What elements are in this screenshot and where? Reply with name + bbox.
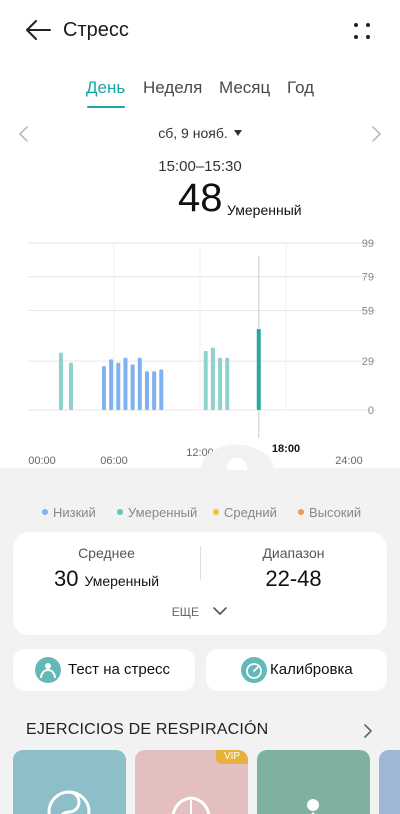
chevron-right-icon[interactable] [363,724,373,738]
legend-item-moderate: Умеренный [117,505,197,520]
stress-bar [144,371,149,410]
meditation-icon [307,799,319,814]
stress-bar [218,357,223,410]
selected-time-range: 15:00–15:30 [158,158,242,175]
dropdown-caret-icon [233,130,242,136]
gauge-icon [241,657,267,683]
stress-bar [210,347,215,410]
x-tick-label: 06:00 [100,455,128,467]
calibration-button[interactable]: Калибровка [206,649,387,691]
tab-month[interactable]: Месяц [219,78,270,98]
legend-item-low: Низкий [42,505,96,520]
chart-legend: Низкий Умеренный Средний Высокий [0,505,400,525]
tab-day[interactable]: День [86,78,125,98]
calibration-label: Калибровка [270,661,353,678]
exercise-card-4[interactable] [379,750,400,814]
stress-bar [256,329,261,410]
date-label: сб, 9 нояб. [158,125,228,141]
range-value-row: 22-48 [200,566,387,592]
stress-chart[interactable]: 99795929000:00 06:0012:00 18:0024:00 [0,230,400,470]
more-options-icon[interactable] [350,19,374,43]
x-tick-label: 24:00 [335,455,363,467]
selected-stress-value: 48 [178,176,223,220]
exercises-section-title: EJERCICIOS DE RESPIRACIÓN [26,721,269,738]
tab-year[interactable]: Год [287,78,314,98]
legend-dot [213,509,219,515]
legend-label: Высокий [309,505,362,520]
app-bar: Стресс [0,0,400,60]
date-selector[interactable]: сб, 9 нояб. [0,125,400,141]
legend-label: Средний [224,505,277,520]
legend-dot [117,509,123,515]
back-arrow-icon[interactable] [24,18,52,42]
stress-bar [109,359,114,410]
yin-yang-icon [47,790,91,814]
range-label: Диапазон [262,545,325,561]
stress-bar [203,350,208,410]
stress-bar [69,362,73,410]
stress-test-label: Тест на стресс [68,661,171,678]
exercise-card-2[interactable]: VIP [135,750,248,814]
legend-dot [42,509,48,515]
page-title: Стресс [63,19,129,41]
tab-week[interactable]: Неделя [143,78,202,98]
stress-bar [225,357,230,410]
selected-stress-level: Умеренный [227,202,302,218]
x-tick-label: 00:00 [28,455,56,467]
stress-bar [159,369,164,410]
average-value: 30 [53,566,79,591]
range-value: 22-48 [265,566,322,591]
average-level: Умеренный [84,573,160,589]
legend-item-medium: Средний [213,505,277,520]
y-tick-label: 29 [362,356,374,368]
stress-bar [137,357,142,410]
y-tick-label: 99 [362,238,374,250]
stress-test-icon [35,657,61,683]
stress-bar [152,371,157,410]
period-tabs: День Неделя Месяц Год [0,78,400,108]
stress-test-button[interactable]: Тест на стресс [13,649,195,691]
more-label: ЕЩЕ [171,605,199,619]
y-tick-label: 59 [362,305,374,317]
y-tick-label: 0 [368,405,374,417]
stress-bar [58,352,63,410]
legend-dot [298,509,304,515]
chevron-down-icon [213,607,228,615]
legend-label: Умеренный [128,505,198,520]
legend-item-high: Высокий [298,505,361,520]
x-tick-label: 18:00 [272,443,300,455]
y-tick-label: 79 [362,272,374,284]
more-button[interactable]: ЕЩЕ [13,605,387,619]
summary-card: Среднее 30 Умеренный Диапазон 22-48 ЕЩЕ [13,532,387,635]
stress-bar [101,366,106,410]
stress-bar [116,362,121,410]
legend-label: Низкий [53,505,96,520]
exercise-card-1[interactable] [13,750,126,814]
active-tab-indicator [87,106,125,108]
vip-badge: VIP [216,750,248,764]
next-day-icon[interactable] [369,125,383,143]
stress-bar [123,357,128,410]
stress-bar [130,364,135,410]
average-value-row: 30 Умеренный [13,566,200,592]
average-label: Среднее [78,545,135,561]
exercise-card-3[interactable] [257,750,370,814]
